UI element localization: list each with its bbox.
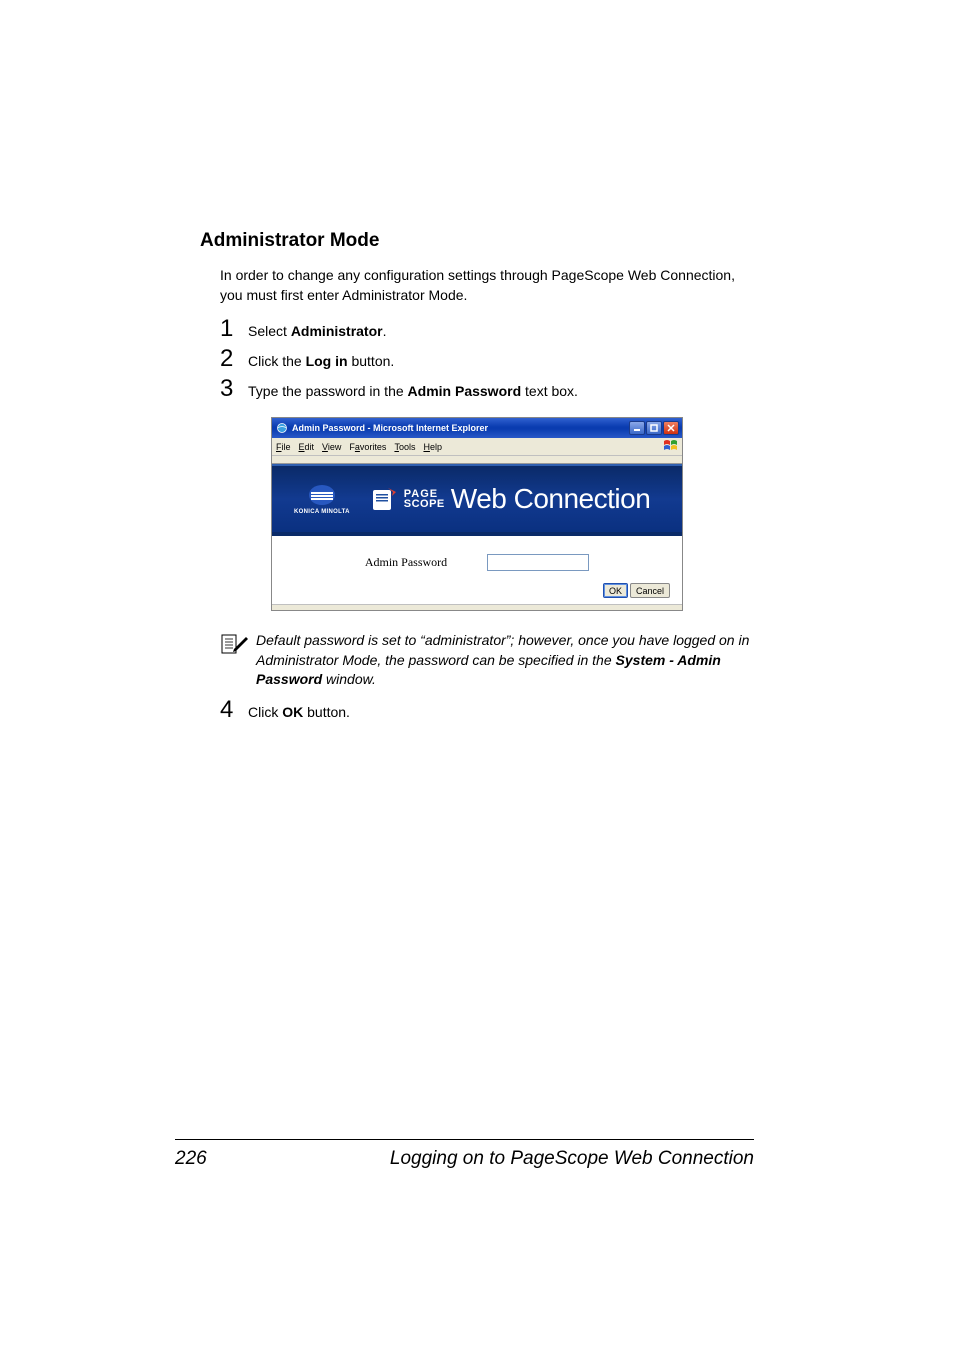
note-icon [220, 631, 256, 690]
step-number: 1 [220, 315, 248, 343]
pagescope-text: PAGE SCOPE [404, 489, 445, 509]
password-label: Admin Password [365, 555, 447, 570]
ok-button[interactable]: OK [603, 583, 628, 598]
web-connection-text: Web Connection [451, 483, 651, 515]
window-title: Admin Password - Microsoft Internet Expl… [292, 423, 629, 433]
step-number: 3 [220, 375, 248, 403]
konica-minolta-logo: KONICA MINOLTA [294, 484, 350, 515]
note-block: Default password is set to “administrato… [220, 631, 754, 690]
minimize-button[interactable] [629, 421, 645, 435]
menu-edit[interactable]: Edit [299, 442, 315, 452]
step-2: 2 Click the Log in button. [220, 345, 754, 373]
toolbar-strip [272, 456, 682, 464]
cancel-button[interactable]: Cancel [630, 583, 670, 598]
step-3: 3 Type the password in the Admin Passwor… [220, 375, 754, 403]
close-button[interactable] [663, 421, 679, 435]
step-4: 4 Click OK button. [220, 696, 754, 724]
browser-window: Admin Password - Microsoft Internet Expl… [271, 417, 683, 611]
intro-text: In order to change any configuration set… [220, 266, 754, 305]
step-number: 4 [220, 696, 248, 724]
step-text: Click OK button. [248, 700, 350, 723]
password-input[interactable] [487, 554, 589, 571]
menu-tools[interactable]: Tools [394, 442, 415, 452]
maximize-button[interactable] [646, 421, 662, 435]
status-bar [272, 604, 682, 610]
ie-icon [276, 422, 288, 434]
menu-favorites[interactable]: Favorites [349, 442, 386, 452]
windows-flag-icon [663, 439, 679, 453]
footer-title: Logging on to PageScope Web Connection [207, 1148, 754, 1170]
page-number: 226 [175, 1148, 207, 1170]
konica-minolta-text: KONICA MINOLTA [294, 509, 350, 515]
section-title: Administrator Mode [200, 230, 754, 252]
note-text: Default password is set to “administrato… [256, 631, 754, 690]
page-footer: 226 Logging on to PageScope Web Connecti… [175, 1139, 754, 1170]
menu-view[interactable]: View [322, 442, 341, 452]
pagescope-icon [372, 486, 398, 512]
step-1: 1 Select Administrator. [220, 315, 754, 343]
step-text: Click the Log in button. [248, 349, 394, 372]
step-text: Type the password in the Admin Password … [248, 379, 578, 402]
step-number: 2 [220, 345, 248, 373]
menu-bar: File Edit View Favorites Tools Help [272, 438, 682, 456]
window-titlebar: Admin Password - Microsoft Internet Expl… [272, 418, 682, 438]
menu-file[interactable]: File [276, 442, 291, 452]
menu-help[interactable]: Help [423, 442, 442, 452]
step-text: Select Administrator. [248, 319, 387, 342]
page-banner: KONICA MINOLTA PAGE SCOPE Web Connection [272, 464, 682, 536]
